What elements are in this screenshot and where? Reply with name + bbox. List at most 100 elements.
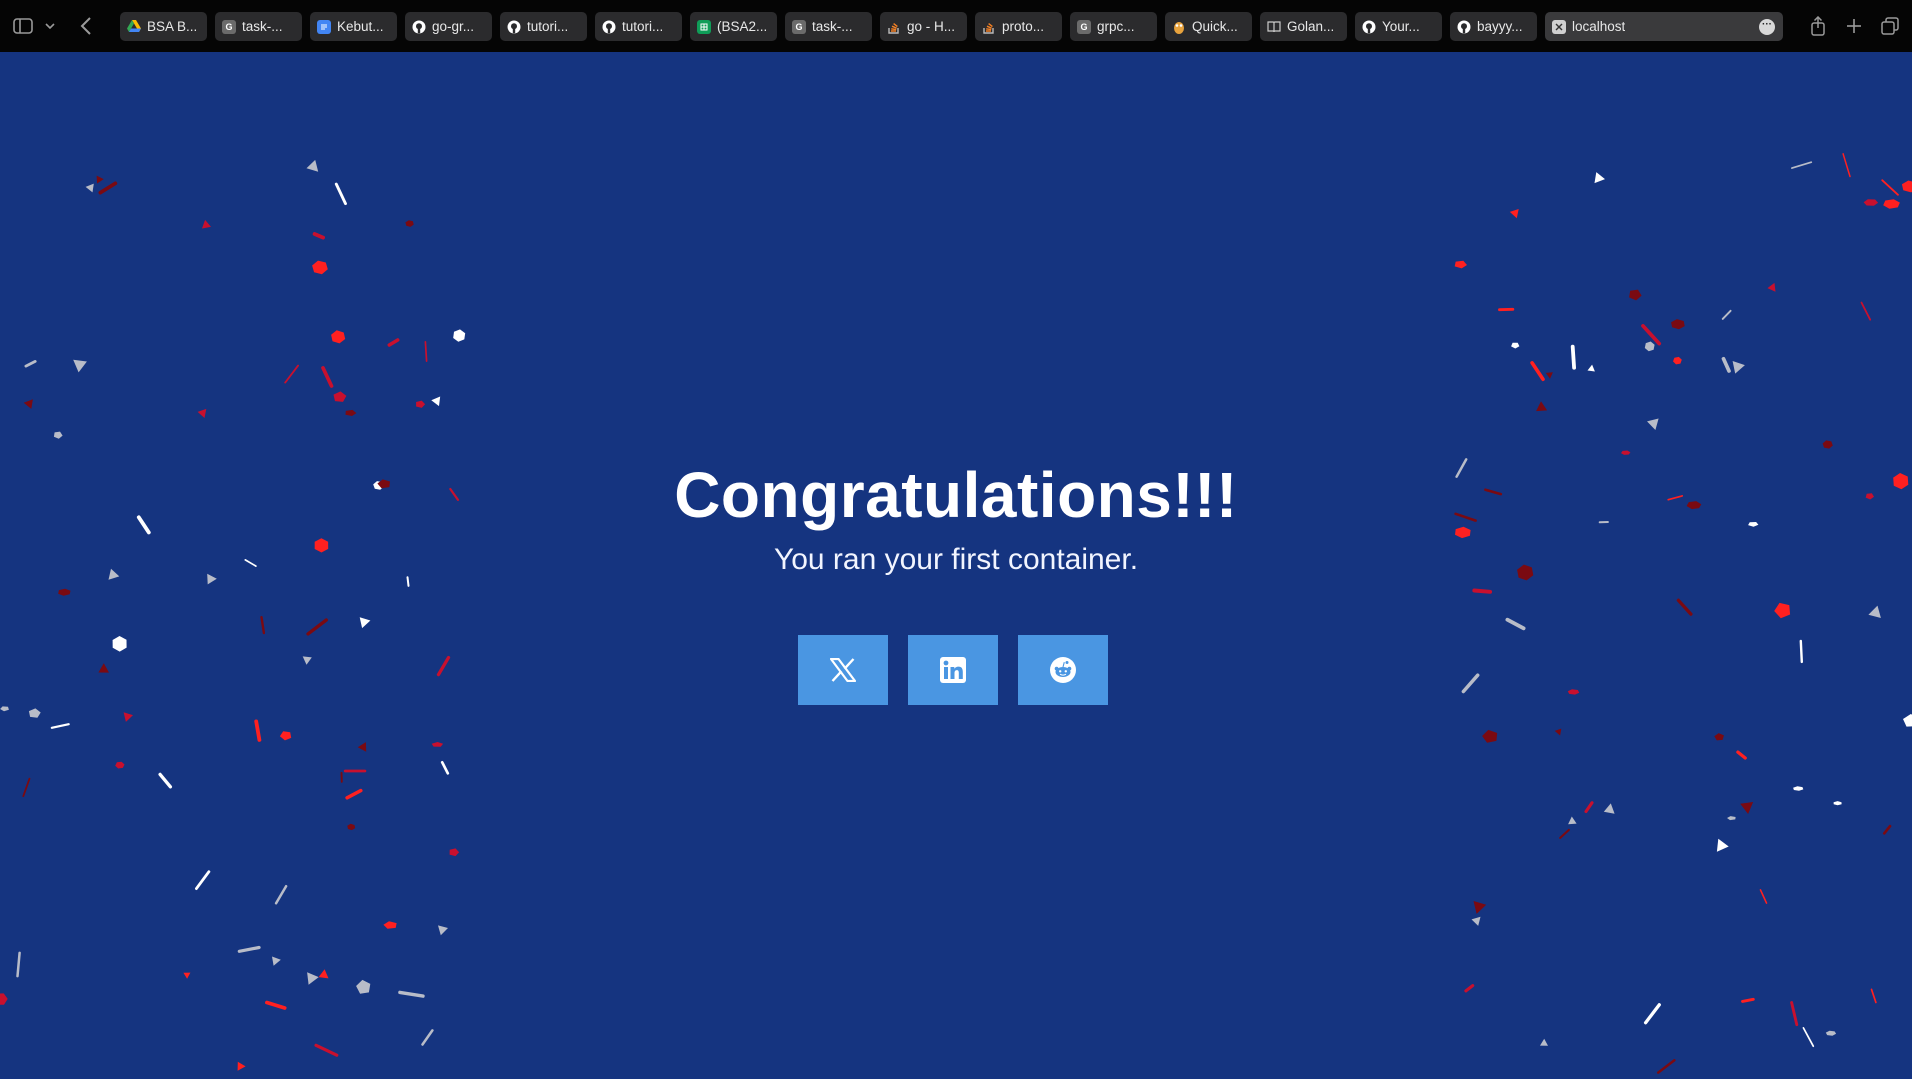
confetti-piece bbox=[421, 1029, 434, 1046]
github-icon bbox=[507, 20, 521, 34]
confetti-piece bbox=[318, 969, 329, 979]
tab-label: go - H... bbox=[907, 19, 956, 34]
toolbar-actions bbox=[1804, 12, 1904, 40]
chevron-down-icon[interactable] bbox=[40, 12, 60, 40]
tab[interactable]: Quick... bbox=[1165, 12, 1252, 41]
confetti-piece bbox=[1868, 605, 1881, 618]
confetti-piece bbox=[1759, 889, 1768, 904]
tab[interactable]: go - H... bbox=[880, 12, 967, 41]
tab[interactable]: Golan... bbox=[1260, 12, 1347, 41]
share-reddit-button[interactable] bbox=[1018, 635, 1108, 705]
confetti-piece bbox=[1559, 828, 1570, 839]
tab[interactable]: tutori... bbox=[595, 12, 682, 41]
page-title: Congratulations!!! bbox=[674, 459, 1238, 531]
tab[interactable]: proto... bbox=[975, 12, 1062, 41]
confetti-piece bbox=[312, 232, 326, 240]
page-subtitle: You ran your first container. bbox=[773, 543, 1139, 576]
confetti-piece bbox=[1676, 598, 1693, 616]
tab-label: BSA B... bbox=[147, 19, 198, 34]
g-icon: G bbox=[222, 19, 236, 34]
tab[interactable]: Gtask-... bbox=[785, 12, 872, 41]
confetti-piece bbox=[1540, 1038, 1548, 1046]
confetti-piece bbox=[1860, 301, 1872, 321]
github-icon bbox=[602, 20, 616, 34]
confetti-piece bbox=[312, 260, 328, 275]
confetti-piece bbox=[453, 329, 466, 342]
confetti-piece bbox=[1822, 440, 1833, 449]
tab-label: Kebut... bbox=[337, 19, 384, 34]
confetti-piece bbox=[1482, 729, 1498, 743]
tab-label: tutori... bbox=[622, 19, 664, 34]
confetti-piece bbox=[1883, 199, 1900, 209]
confetti-piece bbox=[1603, 803, 1615, 814]
confetti-piece bbox=[333, 391, 347, 402]
tab-label: Your... bbox=[1382, 19, 1420, 34]
more-options-icon[interactable]: ··· bbox=[1759, 19, 1775, 35]
confetti-piece bbox=[1554, 728, 1562, 736]
tab[interactable]: Kebut... bbox=[310, 12, 397, 41]
share-linkedin-button[interactable] bbox=[908, 635, 998, 705]
confetti-piece bbox=[115, 761, 125, 769]
tab[interactable]: Your... bbox=[1355, 12, 1442, 41]
confetti-piece bbox=[237, 1061, 246, 1071]
g-icon: G bbox=[1077, 19, 1091, 34]
tab-label: Quick... bbox=[1192, 19, 1238, 34]
docs-icon bbox=[317, 19, 331, 34]
tab-label: go-gr... bbox=[432, 19, 475, 34]
confetti-piece bbox=[265, 1000, 287, 1010]
tab[interactable]: go-gr... bbox=[405, 12, 492, 41]
confetti-piece bbox=[356, 979, 371, 994]
book-icon bbox=[1267, 20, 1281, 34]
tab[interactable]: bayyy... bbox=[1450, 12, 1537, 41]
tab[interactable]: (BSA2... bbox=[690, 12, 777, 41]
confetti-piece bbox=[1584, 801, 1594, 814]
github-icon bbox=[412, 20, 426, 34]
confetti-piece bbox=[16, 951, 21, 978]
confetti-piece bbox=[1587, 364, 1595, 372]
confetti-piece bbox=[123, 712, 133, 722]
github-icon bbox=[1362, 20, 1376, 34]
confetti-piece bbox=[1568, 816, 1577, 825]
confetti-piece bbox=[438, 925, 448, 936]
sidebar-toggle-icon[interactable] bbox=[9, 12, 37, 40]
x-icon bbox=[830, 658, 856, 682]
confetti-piece bbox=[307, 972, 319, 985]
confetti-piece bbox=[1842, 153, 1851, 178]
confetti-piece bbox=[1656, 1059, 1676, 1074]
confetti-piece bbox=[1721, 309, 1732, 320]
confetti-piece bbox=[383, 921, 397, 929]
tab-label: grpc... bbox=[1097, 19, 1135, 34]
stackoverflow-icon bbox=[887, 20, 901, 34]
confetti-piece bbox=[260, 616, 266, 635]
confetti-piece bbox=[1454, 260, 1467, 269]
tab-active[interactable]: localhost ··· bbox=[1545, 12, 1783, 41]
confetti-piece bbox=[1473, 901, 1487, 914]
share-x-button[interactable] bbox=[798, 635, 888, 705]
confetti-piece bbox=[1471, 916, 1481, 926]
confetti-piece bbox=[183, 972, 191, 979]
tab[interactable]: Gtask-... bbox=[215, 12, 302, 41]
confetti-piece bbox=[1461, 673, 1480, 694]
confetti-piece bbox=[96, 175, 104, 184]
tab[interactable]: Ggrpc... bbox=[1070, 12, 1157, 41]
confetti-piece bbox=[1791, 161, 1813, 169]
confetti-piece bbox=[98, 663, 109, 673]
confetti-piece bbox=[302, 656, 312, 665]
confetti-piece bbox=[24, 359, 37, 368]
back-icon[interactable] bbox=[72, 12, 100, 40]
confetti-piece bbox=[1545, 372, 1553, 379]
confetti-piece bbox=[1643, 1003, 1661, 1025]
confetti-piece bbox=[357, 742, 367, 752]
confetti-piece bbox=[98, 181, 118, 195]
confetti-piece bbox=[449, 848, 460, 857]
new-tab-icon[interactable] bbox=[1840, 12, 1868, 40]
confetti-piece bbox=[73, 359, 87, 373]
confetti-piece bbox=[53, 431, 63, 439]
share-icon[interactable] bbox=[1804, 12, 1832, 40]
tab[interactable]: BSA B... bbox=[120, 12, 207, 41]
google-drive-icon bbox=[127, 20, 141, 34]
hero: Congratulations!!! You ran your first co… bbox=[0, 452, 1912, 580]
tab[interactable]: tutori... bbox=[500, 12, 587, 41]
confetti-piece bbox=[274, 884, 288, 905]
tab-overview-icon[interactable] bbox=[1876, 12, 1904, 40]
